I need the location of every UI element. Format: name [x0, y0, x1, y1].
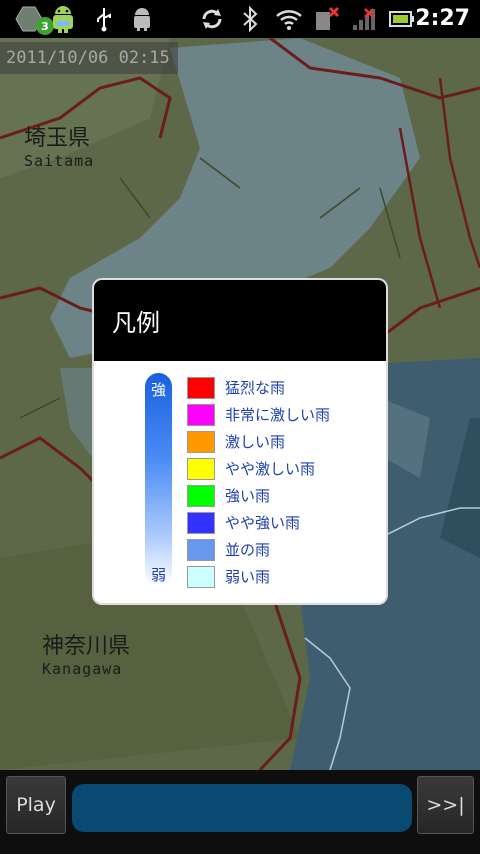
legend-title: 凡例 — [112, 309, 160, 337]
map-label-saitama-jp: 埼玉県 — [24, 126, 91, 151]
sync-icon — [198, 4, 226, 34]
legend-swatch — [187, 484, 215, 507]
map-label-kanagawa-jp: 神奈川県 — [42, 634, 131, 659]
legend-item-label: 非常に激しい雨 — [225, 406, 331, 424]
legend-item-label: 激しい雨 — [225, 433, 286, 451]
map-label-kanagawa: 神奈川県 Kanagawa — [42, 628, 130, 678]
legend-title-bar: 凡例 — [94, 280, 386, 361]
skip-to-latest-button[interactable]: >>| — [417, 776, 474, 834]
signal-icon — [350, 4, 378, 34]
bluetooth-icon — [238, 4, 262, 34]
legend-body: 強 弱 猛烈な雨 非常に激しい雨 激しい雨 やや激しい雨 強い雨 やや強い雨 並… — [94, 361, 386, 603]
android-robot-icon — [46, 4, 80, 34]
legend-swatch — [187, 565, 215, 588]
legend-item-label: 弱い雨 — [225, 568, 271, 586]
legend-item-label: やや激しい雨 — [225, 460, 316, 478]
map-label-kanagawa-en: Kanagawa — [42, 660, 123, 678]
legend-item: 非常に激しい雨 — [187, 401, 330, 428]
legend-item-label: やや強い雨 — [225, 514, 301, 532]
time-seekbar[interactable] — [72, 784, 412, 832]
legend-item-label: 強い雨 — [225, 487, 271, 505]
legend-item: 並の雨 — [187, 536, 330, 563]
legend-item: 弱い雨 — [187, 563, 330, 590]
map-timestamp: 2011/10/06 02:15 — [0, 42, 178, 74]
status-bar: 3 2:27 — [0, 0, 480, 38]
legend-item-label: 猛烈な雨 — [225, 379, 286, 397]
legend-swatch — [187, 376, 215, 399]
intensity-strong-label: 強 — [150, 381, 166, 399]
usb-icon — [92, 4, 116, 34]
notification-badge[interactable]: 3 — [14, 4, 54, 35]
legend-swatch — [187, 403, 215, 426]
legend-items: 猛烈な雨 非常に激しい雨 激しい雨 やや激しい雨 強い雨 やや強い雨 並の雨 弱… — [187, 374, 330, 590]
map-label-saitama-en: Saitama — [24, 152, 95, 170]
legend-item-label: 並の雨 — [225, 541, 271, 559]
legend-item: 激しい雨 — [187, 428, 330, 455]
intensity-weak-label: 弱 — [150, 566, 166, 584]
android-debug-icon — [128, 4, 156, 34]
legend-swatch — [187, 538, 215, 561]
clock: 2:27 — [415, 6, 470, 31]
legend-item: やや強い雨 — [187, 509, 330, 536]
legend-item: 強い雨 — [187, 482, 330, 509]
wifi-icon — [274, 4, 304, 34]
battery-icon — [388, 4, 416, 34]
legend-item: 猛烈な雨 — [187, 374, 330, 401]
legend-swatch — [187, 430, 215, 453]
play-button[interactable]: Play — [6, 776, 66, 834]
legend-item: やや激しい雨 — [187, 455, 330, 482]
legend-swatch — [187, 457, 215, 480]
legend-swatch — [187, 511, 215, 534]
no-sim-icon — [312, 4, 340, 34]
intensity-gradient-bar — [145, 373, 172, 587]
map-label-saitama: 埼玉県 Saitama — [24, 120, 94, 170]
legend-dialog[interactable]: 凡例 強 弱 猛烈な雨 非常に激しい雨 激しい雨 やや激しい雨 強い雨 やや強い… — [94, 280, 386, 603]
